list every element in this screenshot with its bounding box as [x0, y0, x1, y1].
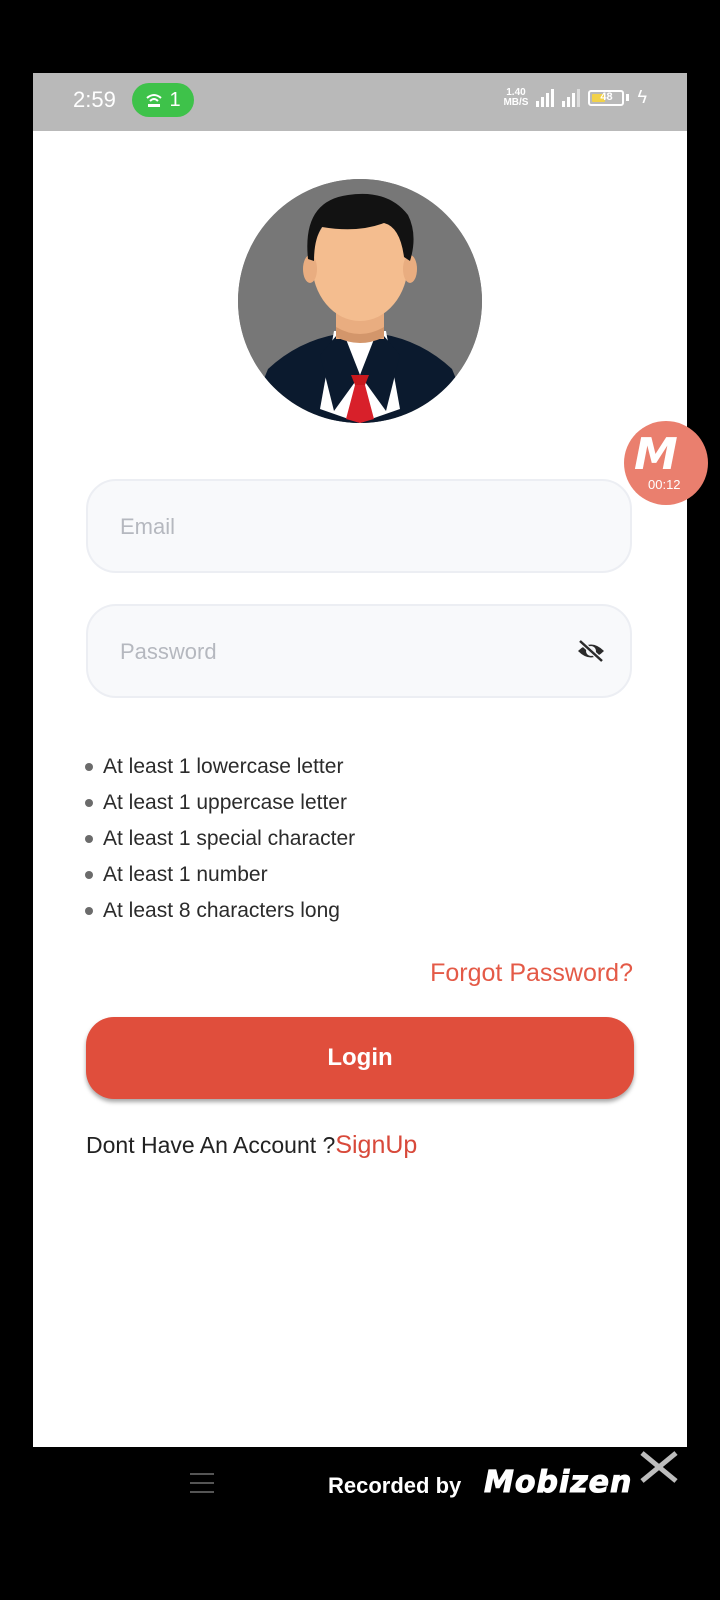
- network-speed-value: 1.40: [506, 86, 526, 98]
- network-speed-unit: MB/S: [503, 96, 529, 108]
- password-rule: At least 1 lowercase letter: [85, 749, 355, 785]
- status-bar: 2:59 1 1.40 MB/S 48 ϟ: [33, 73, 687, 131]
- password-rule-text: At least 1 uppercase letter: [103, 791, 347, 814]
- login-button[interactable]: Login: [86, 1017, 634, 1099]
- recorded-by-label: Recorded by: [328, 1473, 462, 1498]
- forgot-password-link[interactable]: Forgot Password?: [430, 959, 633, 988]
- password-rules-list: At least 1 lowercase letter At least 1 u…: [85, 749, 355, 929]
- businessman-avatar-icon: [238, 179, 482, 423]
- password-rule-text: At least 1 number: [103, 863, 268, 886]
- signal-icon-sim1: [536, 88, 555, 107]
- password-input[interactable]: [118, 606, 542, 698]
- bullet-icon: [85, 907, 93, 915]
- email-input[interactable]: [118, 481, 542, 573]
- hotspot-indicator[interactable]: 1: [132, 83, 194, 117]
- email-field[interactable]: [86, 479, 632, 573]
- eye-off-icon[interactable]: [576, 638, 606, 664]
- mobizen-logo: Mobizen: [483, 1465, 633, 1501]
- menu-icon[interactable]: [190, 1473, 214, 1500]
- status-time: 2:59: [73, 87, 116, 112]
- hotspot-icon: [146, 94, 163, 107]
- battery-icon: 48: [588, 89, 625, 106]
- recorder-bottom-bar: Recorded by Mobizen: [0, 1447, 720, 1600]
- bullet-icon: [85, 835, 93, 843]
- recorder-elapsed-time: 00:12: [648, 477, 681, 492]
- signup-prompt: Dont Have An Account ?: [86, 1132, 336, 1158]
- app-screen: 2:59 1 1.40 MB/S 48 ϟ Email At least 1 l…: [33, 73, 687, 1447]
- battery-tip: [626, 94, 630, 101]
- signal-icon-sim2: [562, 88, 581, 107]
- password-rule: At least 1 special character: [85, 821, 355, 857]
- network-speed: 1.40 MB/S: [503, 86, 529, 108]
- password-rule: At least 1 number: [85, 857, 355, 893]
- bullet-icon: [85, 871, 93, 879]
- signup-row: Dont Have An Account ?SignUp: [86, 1131, 417, 1160]
- status-icons: 1.40 MB/S 48 ϟ: [503, 87, 647, 108]
- recorder-logo-icon: M: [634, 429, 678, 480]
- hotspot-count: 1: [169, 88, 181, 111]
- password-rule-text: At least 8 characters long: [103, 899, 340, 922]
- close-icon[interactable]: [636, 1447, 682, 1487]
- charging-icon: ϟ: [637, 87, 647, 107]
- password-field[interactable]: [86, 604, 632, 698]
- profile-avatar: [238, 179, 482, 423]
- password-rule: At least 1 uppercase letter: [85, 785, 355, 821]
- recorder-floating-button[interactable]: M 00:12: [624, 421, 708, 505]
- password-rule: At least 8 characters long: [85, 893, 355, 929]
- battery-level: 48: [600, 90, 613, 103]
- password-rule-text: At least 1 special character: [103, 827, 356, 850]
- signup-link[interactable]: SignUp: [335, 1131, 417, 1159]
- password-rule-text: At least 1 lowercase letter: [103, 755, 344, 778]
- bullet-icon: [85, 799, 93, 807]
- bullet-icon: [85, 763, 93, 771]
